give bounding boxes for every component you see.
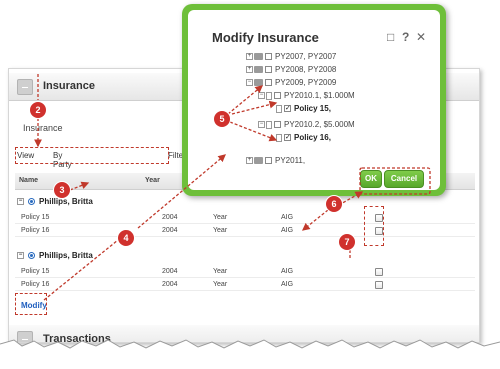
tree-label: PY2007, PY2007	[275, 52, 337, 61]
tree-item[interactable]: + PY2008, PY2008	[246, 65, 336, 74]
torn-edge	[0, 339, 500, 369]
ok-button[interactable]: OK	[360, 170, 382, 188]
tree-item[interactable]: ✓ Policy 15,	[276, 104, 331, 113]
radio-icon[interactable]	[28, 198, 35, 205]
cell-carrier: AIG	[281, 227, 294, 234]
cell-carrier: AIG	[281, 214, 294, 221]
table-row[interactable]: Policy 15 2004 Year AIG	[15, 212, 475, 224]
expand-icon[interactable]: +	[246, 157, 253, 165]
document-icon	[266, 120, 272, 129]
tree-label: PY2009, PY2009	[275, 78, 337, 87]
collapse-icon[interactable]: −	[258, 121, 265, 129]
callout-4: 4	[118, 230, 134, 246]
table-row[interactable]: Policy 16 2004 Year AIG	[15, 225, 475, 237]
cell-period: Year	[213, 227, 228, 234]
tree-item[interactable]: + PY2011,	[246, 156, 305, 165]
view-highlight-box	[15, 147, 169, 164]
tree-item[interactable]: ✓ Policy 16,	[276, 133, 331, 142]
tree-checkbox[interactable]	[265, 157, 272, 165]
tree-checkbox[interactable]	[265, 66, 272, 74]
group-header: − Phillips, Britta	[17, 196, 157, 208]
tree-label: Policy 16,	[294, 133, 331, 142]
cell-period: Year	[213, 214, 228, 221]
cell-policy: Policy 16	[21, 227, 50, 234]
row-checkbox[interactable]	[375, 268, 383, 276]
close-icon[interactable]: ✕	[416, 30, 426, 44]
cell-carrier: AIG	[281, 268, 294, 275]
cell-period: Year	[213, 281, 228, 288]
callout-6: 6	[326, 196, 342, 212]
insurance-section-title: Insurance	[43, 80, 95, 92]
insurance-sub-label: Insurance	[23, 123, 63, 133]
tree-checkbox[interactable]	[274, 92, 281, 100]
dialog-body: Modify Insurance □ ? ✕ + PY2007, PY2007 +…	[188, 10, 440, 190]
cell-carrier: AIG	[281, 281, 294, 288]
tree-checkbox[interactable]	[274, 121, 281, 129]
checkbox-highlight-box	[364, 206, 384, 246]
cell-year: 2004	[162, 214, 178, 221]
table-row[interactable]: Policy 16 2004 Year AIG	[15, 279, 475, 291]
tree-label: PY2011,	[275, 156, 306, 165]
help-icon[interactable]: ?	[402, 30, 409, 44]
tree-item[interactable]: − PY2010.2, $5.000M	[258, 120, 355, 129]
callout-3: 3	[54, 182, 70, 198]
col-name[interactable]: Name	[19, 177, 38, 184]
expand-icon[interactable]: +	[246, 53, 253, 61]
dialog-title: Modify Insurance	[212, 30, 319, 45]
cell-year: 2004	[162, 268, 178, 275]
tree-item[interactable]: − PY2009, PY2009	[246, 78, 336, 87]
cell-policy: Policy 15	[21, 214, 50, 221]
group-name: Phillips, Britta	[39, 197, 93, 206]
table-row[interactable]: Policy 15 2004 Year AIG	[15, 266, 475, 278]
tree-checkbox[interactable]	[265, 53, 272, 61]
cancel-button[interactable]: Cancel	[384, 170, 424, 188]
document-icon	[276, 104, 282, 113]
callout-5: 5	[214, 111, 230, 127]
collapse-icon[interactable]: −	[258, 92, 265, 100]
callout-7: 7	[339, 234, 355, 250]
folder-icon	[254, 53, 263, 61]
tree-item[interactable]: − PY2010.1, $1.000M	[258, 91, 355, 100]
expand-icon[interactable]: +	[246, 66, 253, 74]
tree-label: PY2010.1, $1.000M	[284, 91, 355, 100]
tree-label: PY2008, PY2008	[275, 65, 337, 74]
folder-icon	[254, 157, 263, 165]
modify-insurance-dialog: Modify Insurance □ ? ✕ + PY2007, PY2007 +…	[182, 4, 446, 196]
document-icon	[276, 133, 282, 142]
folder-icon	[254, 79, 263, 87]
collapse-icon[interactable]: −	[17, 198, 24, 205]
tree-checkbox-checked[interactable]: ✓	[284, 105, 291, 113]
col-year[interactable]: Year	[145, 177, 160, 184]
maximize-icon[interactable]: □	[387, 30, 394, 44]
cell-year: 2004	[162, 227, 178, 234]
group-header: − Phillips, Britta	[17, 250, 157, 262]
modify-highlight-box	[15, 293, 47, 315]
collapse-icon[interactable]: −	[17, 252, 24, 259]
cell-policy: Policy 15	[21, 268, 50, 275]
document-icon	[266, 91, 272, 100]
radio-icon[interactable]	[28, 252, 35, 259]
group-name: Phillips, Britta	[39, 251, 93, 260]
tree-checkbox[interactable]	[265, 79, 272, 87]
cell-policy: Policy 16	[21, 281, 50, 288]
tree-checkbox-checked[interactable]: ✓	[284, 134, 291, 142]
cell-year: 2004	[162, 281, 178, 288]
callout-2: 2	[30, 102, 46, 118]
tree-label: Policy 15,	[294, 104, 331, 113]
cell-period: Year	[213, 268, 228, 275]
tree-label: PY2010.2, $5.000M	[284, 120, 355, 129]
row-checkbox[interactable]	[375, 281, 383, 289]
collapse-icon[interactable]: −	[246, 79, 253, 87]
tree-item[interactable]: + PY2007, PY2007	[246, 52, 336, 61]
collapse-icon[interactable]	[17, 79, 33, 95]
folder-icon	[254, 66, 263, 74]
